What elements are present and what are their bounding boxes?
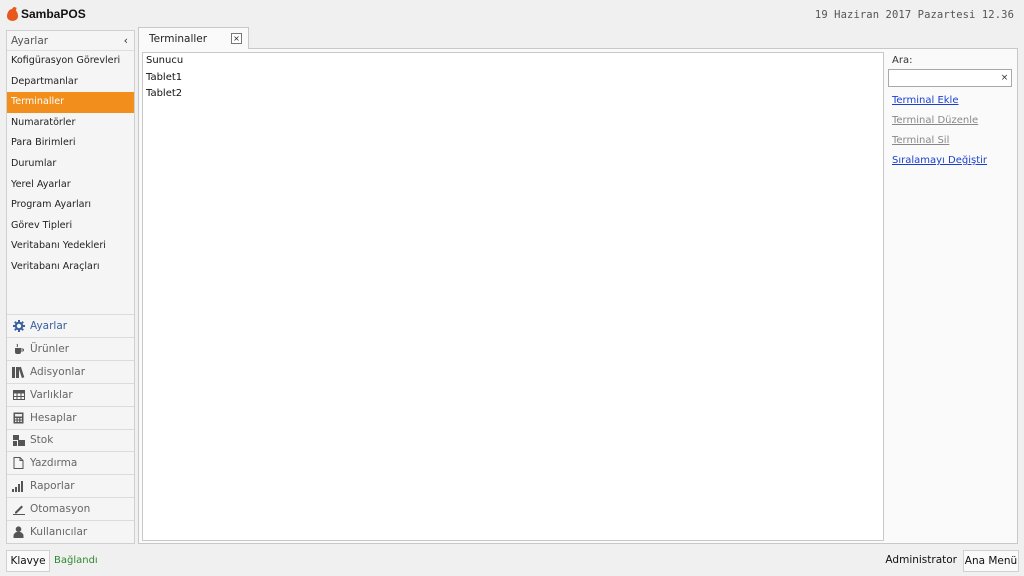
search-input[interactable] [889,70,999,86]
calculator-icon [12,411,25,424]
action-link-0[interactable]: Terminal Ekle [892,95,1016,106]
settings-nav-item[interactable]: Durumlar [7,154,134,175]
app-name: SambaPOS [21,7,86,21]
pencil-icon [12,503,25,516]
action-link-2: Terminal Sil [892,135,950,146]
settings-nav-list: Kofigürasyon Görevleri Departmanlar Termin… [7,51,134,278]
terminal-list[interactable]: Sunucu Tablet1 Tablet2 [142,52,884,541]
list-item[interactable]: Tablet2 [143,86,883,103]
settings-header-label: Ayarlar [11,34,49,47]
app-logo: SambaPOS [6,6,86,21]
action-link-3[interactable]: Sıralamayı Değiştir [892,155,1016,166]
boxes-icon [12,434,25,447]
tab-content: Sunucu Tablet1 Tablet2 Ara: × Terminal Ekl… [138,48,1018,544]
module-raporlar[interactable]: Raporlar [7,474,134,497]
books-icon [12,365,25,378]
table-icon [12,388,25,401]
document-icon [12,457,25,470]
clear-search-icon[interactable]: × [999,72,1010,84]
settings-nav-item[interactable]: Numaratörler [7,113,134,134]
bar-chart-icon [12,480,25,493]
module-ayarlar[interactable]: Ayarlar [7,314,134,337]
settings-nav-item[interactable]: Veritabanı Yedekleri [7,236,134,257]
settings-nav-item[interactable]: Kofigürasyon Görevleri [7,51,134,72]
settings-panel: Ayarlar ‹ Kofigürasyon Görevleri Departma… [6,30,135,544]
settings-nav-item[interactable]: Para Birimleri [7,133,134,154]
keyboard-button[interactable]: Klavye [6,550,50,572]
settings-nav-item[interactable]: Veritabanı Araçları [7,257,134,278]
module-label: Ayarlar [30,320,68,333]
connection-status: Bağlandı [54,555,98,566]
module-label: Adisyonlar [30,365,86,378]
search-box: × [888,69,1012,87]
module-adisyonlar[interactable]: Adisyonlar [7,359,134,383]
module-label: Raporlar [30,480,75,493]
settings-panel-header: Ayarlar ‹ [7,31,134,51]
module-label: Yazdırma [30,457,78,470]
module-label: Otomasyon [30,503,91,516]
tab-close-icon[interactable]: × [231,33,242,44]
gear-icon [12,320,25,333]
chevron-left-icon[interactable]: ‹ [124,34,128,47]
action-links: Terminal Ekle Terminal Düzenle Terminal Si… [888,95,1016,166]
settings-nav-item[interactable]: Terminaller [7,92,134,113]
title-bar: SambaPOS 19 Haziran 2017 Pazartesi 12.36 [0,0,1024,30]
settings-nav-item[interactable]: Görev Tipleri [7,216,134,237]
settings-nav-item[interactable]: Program Ayarları [7,195,134,216]
current-datetime: 19 Haziran 2017 Pazartesi 12.36 [814,9,1014,21]
main-menu-button[interactable]: Ana Menü [963,550,1019,572]
module-otomasyon[interactable]: Otomasyon [7,497,134,520]
action-panel: Ara: × Terminal Ekle Terminal Düzenle Term… [888,55,1016,166]
module-label: Hesaplar [30,411,77,424]
coffee-cup-icon [12,342,25,355]
action-link-1: Terminal Düzenle [892,115,979,126]
list-item[interactable]: Tablet1 [143,70,883,87]
status-bar: Klavye Bağlandı Administrator Ana Menü [0,546,1024,576]
tab-label: Terminaller [149,32,208,45]
module-menu: Ayarlar Ürünler Adisyonlar Varlıklar Hesapla… [7,314,134,543]
user-icon [12,526,25,539]
settings-nav-item[interactable]: Yerel Ayarlar [7,175,134,196]
module-ürünler[interactable]: Ürünler [7,336,134,360]
search-label: Ara: [892,55,913,66]
module-hesaplar[interactable]: Hesaplar [7,405,134,429]
main-area: Terminaller × Sunucu Tablet1 Tablet2 Ara: … [138,27,1018,544]
flame-logo-icon [6,6,18,21]
module-label: Ürünler [30,342,70,355]
module-label: Varlıklar [30,388,73,401]
module-label: Kullanıcılar [30,526,88,539]
module-kullanıcılar[interactable]: Kullanıcılar [7,520,134,543]
list-item[interactable]: Sunucu [143,53,883,70]
module-yazdırma[interactable]: Yazdırma [7,451,134,474]
module-varlıklar[interactable]: Varlıklar [7,382,134,406]
module-label: Stok [30,434,54,447]
settings-nav-item[interactable]: Departmanlar [7,72,134,93]
module-stok[interactable]: Stok [7,428,134,452]
tab-terminaller[interactable]: Terminaller × [138,27,249,49]
current-user: Administrator [885,554,957,566]
